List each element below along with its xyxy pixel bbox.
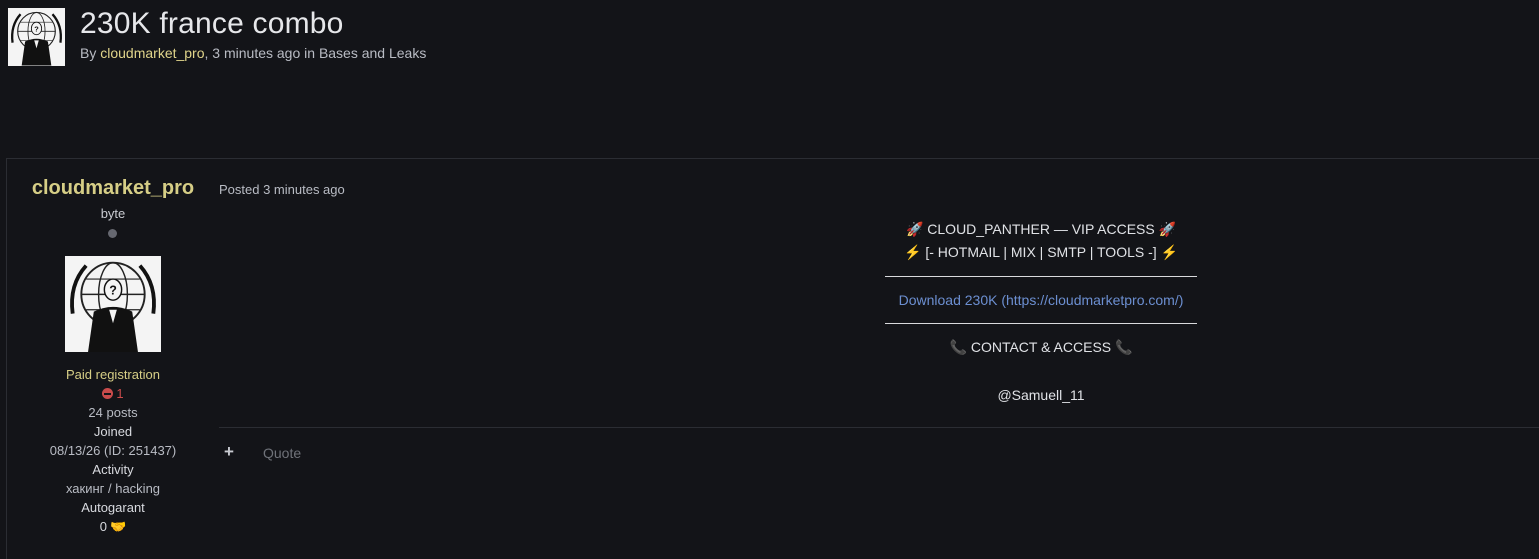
thread-byline: By cloudmarket_pro, 3 minutes ago in Bas…: [80, 45, 426, 61]
byline-in: in: [300, 45, 319, 61]
lightning-icon: ⚡: [904, 244, 922, 260]
download-link[interactable]: Download 230K (https://cloudmarketpro.co…: [885, 292, 1197, 308]
thread-title: 230K france combo: [80, 7, 344, 40]
joined-value: 08/13/26 (ID: 251437): [49, 443, 177, 458]
contact-handle: @Samuell_11: [997, 387, 1085, 403]
activity-label: Activity: [92, 462, 134, 477]
quote-button[interactable]: Quote: [263, 445, 301, 461]
post-heading-text: CLOUD_PANTHER — VIP ACCESS: [927, 221, 1155, 237]
autogarant-value: 0 🤝: [7, 519, 219, 535]
anonymous-mask-icon: ?: [65, 256, 161, 352]
svg-text:?: ?: [34, 24, 39, 33]
author-group: Paid registration: [66, 367, 160, 382]
post-subheading: ⚡ [- HOTMAIL | MIX | SMTP | TOOLS -] ⚡: [885, 244, 1197, 261]
author-avatar[interactable]: ?: [65, 256, 161, 352]
byline-prefix: By: [80, 45, 101, 61]
post-footer-divider: [219, 427, 1539, 428]
thread-author-avatar[interactable]: ?: [8, 8, 65, 66]
divider: [885, 276, 1197, 277]
rocket-icon: 🚀: [1158, 221, 1177, 237]
multiquote-plus-button[interactable]: +: [224, 442, 234, 462]
phone-icon: 📞: [949, 339, 967, 355]
post-heading: 🚀 CLOUD_PANTHER — VIP ACCESS 🚀: [885, 221, 1197, 238]
post-subheading-text: [- HOTMAIL | MIX | SMTP | TOOLS -]: [925, 244, 1157, 260]
offline-dot-icon: [108, 229, 117, 238]
contact-heading: 📞 CONTACT & ACCESS 📞: [885, 339, 1197, 356]
post-timestamp: Posted 3 minutes ago: [219, 182, 345, 197]
author-reputation[interactable]: 1: [7, 386, 219, 401]
byline-author-link[interactable]: cloudmarket_pro: [100, 45, 204, 61]
handshake-icon: 🤝: [110, 519, 127, 534]
divider: [885, 323, 1197, 324]
rocket-icon: 🚀: [905, 221, 924, 237]
thread-header: ? 230K france combo By cloudmarket_pro, …: [0, 0, 1539, 80]
activity-value: хакинг / hacking: [65, 481, 161, 496]
svg-text:?: ?: [109, 283, 117, 297]
post-container: cloudmarket_pro byte ? Paid registration…: [6, 158, 1539, 559]
joined-label: Joined: [93, 424, 133, 439]
anonymous-mask-icon: ?: [8, 8, 65, 66]
minus-circle-icon: [102, 388, 114, 399]
author-name-link[interactable]: cloudmarket_pro: [7, 177, 219, 200]
phone-icon: 📞: [1115, 339, 1133, 355]
reputation-value: 1: [116, 386, 124, 401]
autogarant-label: Autogarant: [81, 500, 145, 515]
byline-time: 3 minutes ago: [212, 45, 301, 61]
lightning-icon: ⚡: [1160, 244, 1178, 260]
author-post-count: 24 posts: [88, 405, 138, 420]
byline-category-link[interactable]: Bases and Leaks: [319, 45, 426, 61]
autogarant-count: 0: [99, 519, 108, 534]
contact-text: CONTACT & ACCESS: [970, 339, 1112, 355]
author-rank: byte: [100, 206, 126, 221]
